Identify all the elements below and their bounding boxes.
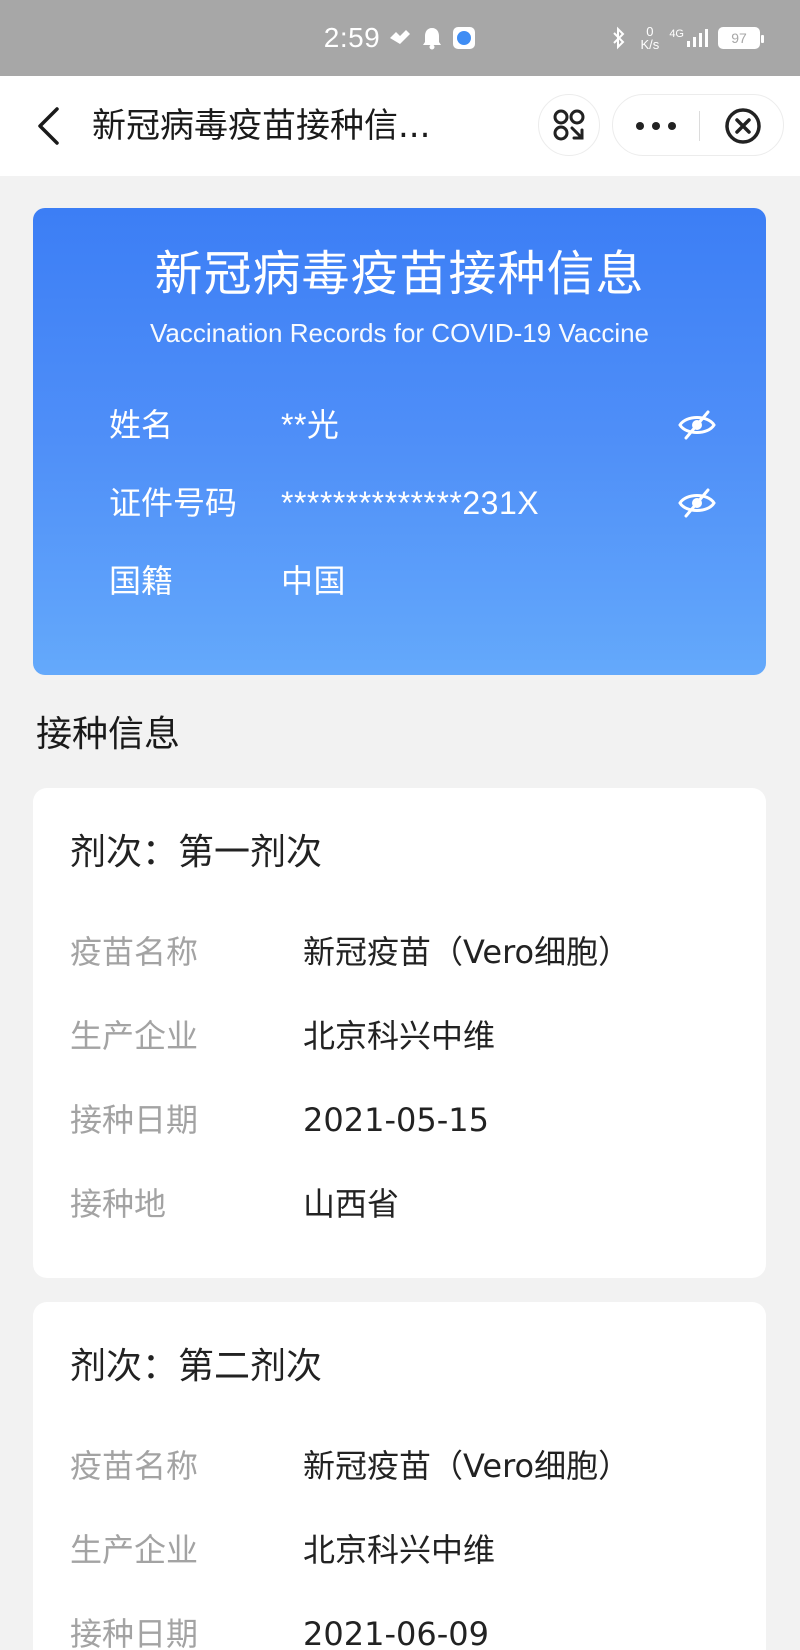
dose-label: 疫苗名称 bbox=[70, 933, 199, 971]
dose-title: 剂次：第二剂次 bbox=[70, 1346, 323, 1387]
dose-value: 新冠疫苗（Vero细胞） bbox=[303, 1447, 631, 1485]
dose-value: 北京科兴中维 bbox=[303, 1017, 496, 1055]
dose-row: 疫苗名称 新冠疫苗（Vero细胞） bbox=[33, 1442, 766, 1490]
dose-value: 北京科兴中维 bbox=[303, 1531, 496, 1569]
dose-card: 剂次：第二剂次 疫苗名称 新冠疫苗（Vero细胞） 生产企业 北京科兴中维 接种… bbox=[33, 1302, 766, 1650]
notification-app-icon bbox=[388, 26, 412, 50]
back-button[interactable] bbox=[28, 102, 68, 150]
net-speed: 0 K/s bbox=[641, 25, 660, 51]
dose-row: 生产企业 北京科兴中维 bbox=[33, 1012, 766, 1060]
dose-label: 接种日期 bbox=[70, 1615, 199, 1650]
info-row-nationality: 国籍 中国 bbox=[33, 556, 766, 606]
dose-label: 生产企业 bbox=[70, 1017, 199, 1055]
dose-label: 接种地 bbox=[70, 1185, 167, 1223]
bluetooth-icon bbox=[607, 26, 631, 50]
info-value: **************231X bbox=[281, 485, 540, 521]
personal-info-card: 新冠病毒疫苗接种信息 Vaccination Records for COVID… bbox=[33, 208, 766, 675]
info-row-name: 姓名 **光 bbox=[33, 400, 766, 450]
dose-label: 生产企业 bbox=[70, 1531, 199, 1569]
dose-row: 接种日期 2021-05-15 bbox=[33, 1096, 766, 1144]
dose-row: 接种日期 2021-06-09 bbox=[33, 1610, 766, 1650]
info-label: 证件号码 bbox=[109, 484, 238, 522]
browser-app-icon bbox=[452, 26, 476, 50]
card-title: 新冠病毒疫苗接种信息 bbox=[154, 246, 645, 302]
close-button[interactable] bbox=[700, 95, 785, 157]
info-row-id: 证件号码 **************231X bbox=[33, 478, 766, 528]
mini-program-capsule bbox=[612, 94, 784, 156]
status-time: 2:59 bbox=[323, 22, 381, 53]
status-bar: 2:59 0 K/s 4G 97 bbox=[0, 0, 800, 76]
close-circle-icon bbox=[724, 108, 761, 144]
info-label: 姓名 bbox=[109, 406, 174, 444]
network-type: 4G bbox=[669, 28, 684, 40]
dose-row: 生产企业 北京科兴中维 bbox=[33, 1526, 766, 1574]
dose-card: 剂次：第一剂次 疫苗名称 新冠疫苗（Vero细胞） 生产企业 北京科兴中维 接种… bbox=[33, 788, 766, 1278]
info-value: 中国 bbox=[281, 563, 347, 599]
dose-value: 新冠疫苗（Vero细胞） bbox=[303, 933, 631, 971]
dose-row: 接种地 山西省 bbox=[33, 1180, 766, 1228]
scan-icon bbox=[553, 109, 585, 141]
dose-label: 疫苗名称 bbox=[70, 1447, 199, 1485]
dose-label: 接种日期 bbox=[70, 1101, 199, 1139]
more-icon bbox=[636, 122, 676, 130]
dose-title: 剂次：第一剂次 bbox=[70, 832, 323, 873]
dose-value: 山西省 bbox=[303, 1185, 400, 1223]
status-right: 0 K/s 4G 97 bbox=[607, 0, 764, 76]
more-button[interactable] bbox=[613, 95, 699, 157]
info-value: **光 bbox=[281, 407, 340, 443]
card-subtitle: Vaccination Records for COVID-19 Vaccine bbox=[149, 318, 650, 348]
eye-off-icon bbox=[678, 410, 716, 440]
battery-level: 97 bbox=[731, 30, 747, 46]
scan-button[interactable] bbox=[538, 94, 600, 156]
section-title: 接种信息 bbox=[36, 714, 181, 755]
page-title: 新冠病毒疫苗接种信... bbox=[92, 106, 431, 146]
signal-icon: 4G bbox=[669, 29, 708, 47]
toggle-id-visibility-button[interactable] bbox=[677, 485, 717, 521]
nav-bar: 新冠病毒疫苗接种信... bbox=[0, 76, 800, 176]
battery-icon: 97 bbox=[718, 27, 764, 49]
dose-row: 疫苗名称 新冠疫苗（Vero细胞） bbox=[33, 928, 766, 976]
chevron-left-icon bbox=[38, 107, 59, 145]
eye-off-icon bbox=[678, 488, 716, 518]
dose-value: 2021-06-09 bbox=[303, 1615, 489, 1650]
net-speed-unit: K/s bbox=[640, 37, 660, 52]
toggle-name-visibility-button[interactable] bbox=[677, 407, 717, 443]
bell-icon bbox=[420, 26, 444, 50]
info-label: 国籍 bbox=[109, 562, 174, 600]
dose-value: 2021-05-15 bbox=[303, 1101, 489, 1139]
